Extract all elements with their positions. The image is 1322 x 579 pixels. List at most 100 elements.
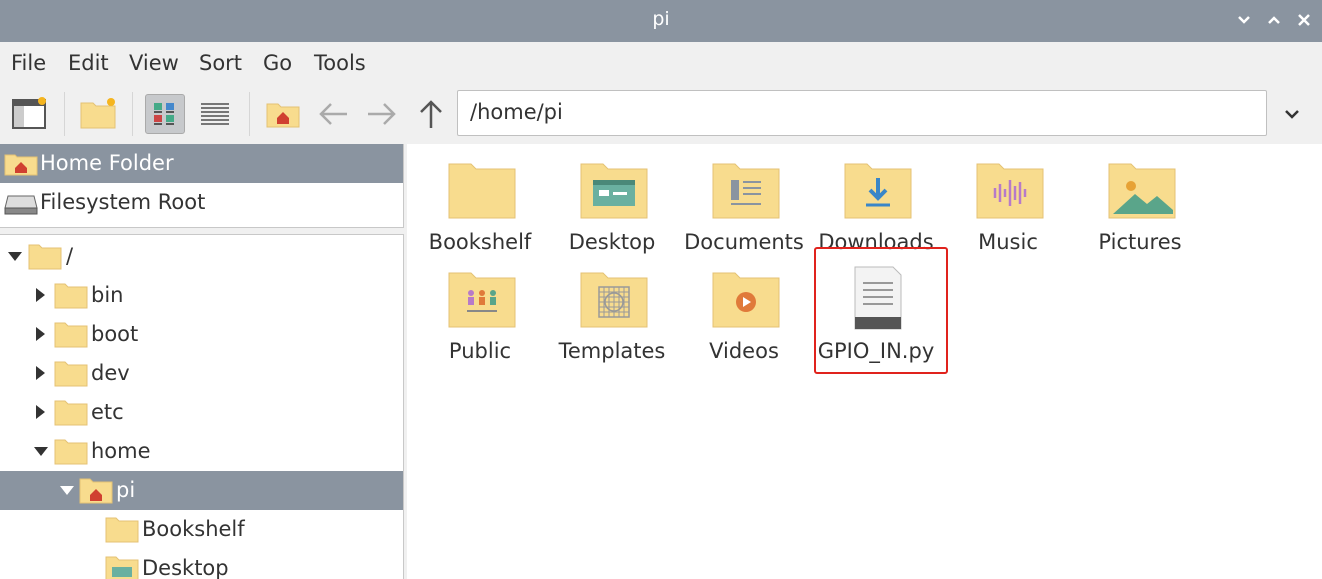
- chevron-down-icon: [1238, 16, 1250, 24]
- menu-sort[interactable]: Sort: [199, 51, 242, 75]
- chevron-down-icon: [1285, 110, 1299, 119]
- folder-icon: [54, 400, 88, 426]
- folder-music-icon: [976, 163, 1044, 219]
- file-label: Music: [978, 230, 1038, 254]
- menu-file[interactable]: File: [11, 51, 46, 75]
- toolbar-separator: [132, 92, 133, 136]
- place-home-folder[interactable]: Home Folder: [0, 144, 403, 183]
- back-button[interactable]: [313, 94, 353, 134]
- menu-tools[interactable]: Tools: [314, 51, 366, 75]
- tree-item-label: dev: [91, 361, 130, 385]
- toolbar-separator: [249, 92, 250, 136]
- expander-right-icon[interactable]: [36, 327, 45, 341]
- maximize-button[interactable]: [1263, 9, 1285, 31]
- folder-templates-icon: [580, 272, 648, 328]
- place-filesystem-root[interactable]: Filesystem Root: [0, 183, 403, 222]
- tree-item-bin[interactable]: bin: [0, 276, 403, 315]
- tree-item-etc[interactable]: etc: [0, 393, 403, 432]
- file-item-public[interactable]: Public: [414, 255, 546, 363]
- new-folder-icon: [80, 98, 116, 129]
- place-label: Filesystem Root: [40, 190, 206, 214]
- arrow-left-icon: [319, 103, 347, 125]
- file-item-desktop[interactable]: Desktop: [546, 146, 678, 254]
- tree-item-desktop[interactable]: Desktop: [0, 549, 403, 579]
- folder-videos-icon: [712, 272, 780, 328]
- arrow-up-icon: [420, 100, 442, 128]
- home-button[interactable]: [263, 94, 303, 134]
- toolbar-separator: [64, 92, 65, 136]
- arrow-right-icon: [368, 103, 396, 125]
- file-label: Bookshelf: [428, 230, 532, 254]
- file-label: Desktop: [568, 230, 656, 254]
- tree-item-label: home: [91, 439, 151, 463]
- tree-item-label: /: [66, 244, 74, 268]
- tree-item-pi[interactable]: pi: [0, 471, 403, 510]
- expander-right-icon[interactable]: [36, 288, 45, 302]
- file-item-pictures[interactable]: Pictures: [1074, 146, 1206, 254]
- folder-downloads-icon: [844, 163, 912, 219]
- tree-item-label: Desktop: [142, 556, 229, 579]
- tree-item-root[interactable]: /: [0, 237, 403, 276]
- tree-item-boot[interactable]: boot: [0, 315, 403, 354]
- path-history-dropdown[interactable]: [1272, 94, 1312, 134]
- expander-down-icon[interactable]: [60, 486, 74, 495]
- folder-icon: [105, 517, 139, 543]
- annotation-highlight-box: [814, 247, 948, 374]
- file-label: Documents: [684, 230, 804, 254]
- tree-item-bookshelf[interactable]: Bookshelf: [0, 510, 403, 549]
- expander-down-icon[interactable]: [34, 447, 48, 456]
- minimize-button[interactable]: [1233, 9, 1255, 31]
- file-item-templates[interactable]: Templates: [546, 255, 678, 363]
- folder-desktop-icon: [105, 556, 139, 579]
- menu-view[interactable]: View: [129, 51, 179, 75]
- expander-down-icon[interactable]: [8, 252, 22, 261]
- path-bar[interactable]: [457, 90, 1267, 136]
- home-folder-icon: [79, 478, 113, 504]
- file-label: Public: [448, 339, 512, 363]
- tree-item-label: etc: [91, 400, 124, 424]
- home-folder-icon: [266, 103, 300, 128]
- list-view-icon: [201, 103, 229, 125]
- tree-item-label: bin: [91, 283, 124, 307]
- expander-right-icon[interactable]: [36, 405, 45, 419]
- tree-item-home[interactable]: home: [0, 432, 403, 471]
- menu-edit[interactable]: Edit: [68, 51, 109, 75]
- folder-icon: [448, 163, 516, 219]
- file-label: Templates: [558, 339, 666, 363]
- icon-view-button[interactable]: [145, 94, 185, 134]
- title-bar: pi: [0, 0, 1322, 42]
- drive-icon: [4, 195, 38, 215]
- window-title: pi: [652, 8, 670, 30]
- file-item-downloads[interactable]: Downloads: [810, 146, 942, 254]
- menu-go[interactable]: Go: [263, 51, 292, 75]
- folder-icon: [54, 322, 88, 348]
- expander-right-icon[interactable]: [36, 366, 45, 380]
- file-item-bookshelf[interactable]: Bookshelf: [414, 146, 546, 254]
- file-item-documents[interactable]: Documents: [678, 146, 810, 254]
- close-button[interactable]: [1293, 9, 1315, 31]
- folder-icon: [54, 283, 88, 309]
- icon-view-icon: [154, 103, 174, 125]
- file-item-music[interactable]: Music: [942, 146, 1074, 254]
- path-input[interactable]: [470, 100, 1250, 124]
- home-folder-icon: [4, 154, 38, 176]
- tree-item-label: boot: [91, 322, 139, 346]
- close-icon: [1298, 14, 1310, 26]
- list-view-button[interactable]: [195, 94, 235, 134]
- tree-item-label: Bookshelf: [142, 517, 245, 541]
- folder-icon: [28, 244, 62, 270]
- forward-button[interactable]: [362, 94, 402, 134]
- folder-public-icon: [448, 272, 516, 328]
- tree-item-label: pi: [116, 478, 136, 502]
- up-button[interactable]: [411, 94, 451, 134]
- places-panel: Home Folder Filesystem Root: [0, 144, 404, 228]
- file-item-videos[interactable]: Videos: [678, 255, 810, 363]
- toolbar: [0, 84, 1322, 144]
- tree-item-dev[interactable]: dev: [0, 354, 403, 393]
- folder-icon: [54, 439, 88, 465]
- folder-pictures-icon: [1108, 163, 1176, 219]
- chevron-up-icon: [1268, 16, 1280, 24]
- new-window-button[interactable]: [10, 94, 50, 134]
- directory-tree: / bin boot dev etc home pi Bookshelf Des…: [0, 234, 404, 579]
- new-folder-button[interactable]: [78, 94, 118, 134]
